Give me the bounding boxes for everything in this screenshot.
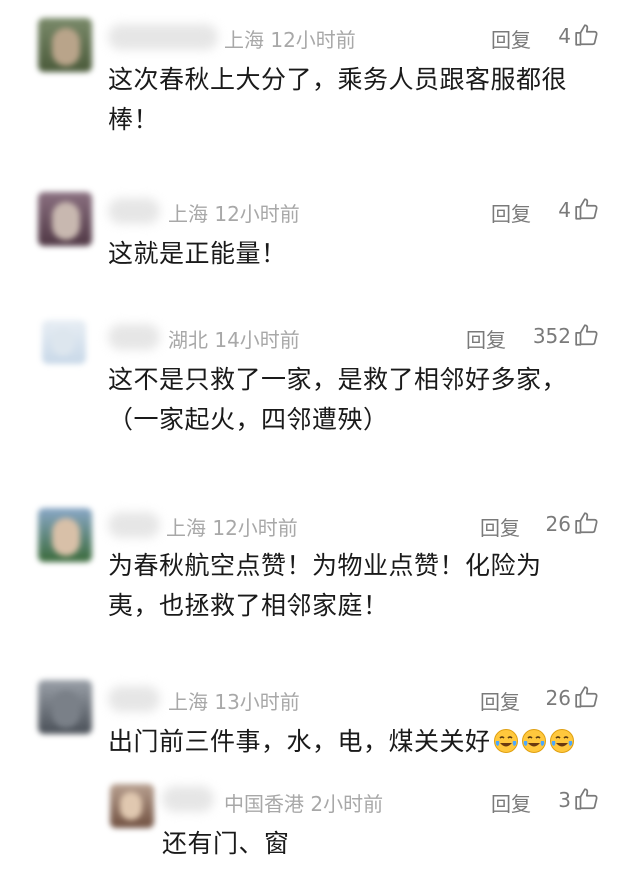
like-count: 4	[558, 24, 571, 48]
user-avatar[interactable]	[42, 320, 86, 364]
username-blurred[interactable]	[108, 686, 160, 712]
comment-text: 这次春秋上大分了，乘务人员跟客服都很 棒！	[108, 60, 567, 140]
comment-location: 上海	[224, 28, 264, 52]
user-avatar[interactable]	[38, 680, 92, 734]
user-avatar[interactable]	[110, 784, 154, 828]
comment-text-line: 这不是只救了一家，是救了相邻好多家，	[108, 365, 568, 394]
comment-meta: 上海 13小时前	[168, 686, 300, 715]
comment-meta: 湖北 14小时前	[168, 324, 300, 353]
comment-text-line: 这就是正能量！	[108, 239, 287, 268]
username-blurred[interactable]	[108, 324, 160, 350]
comment-text: 为春秋航空点赞！为物业点赞！化险为 夷，也拯救了相邻家庭！	[108, 546, 542, 626]
comment-meta: 上海 12小时前	[224, 24, 356, 53]
comment-time: 12小时前	[270, 28, 356, 52]
laughing-crying-emoji	[493, 729, 518, 753]
comment-text-line: 出门前三件事，水，电，煤关关好	[108, 727, 491, 756]
reply-button[interactable]: 回复	[466, 324, 506, 353]
comment-text: 出门前三件事，水，电，煤关关好	[108, 722, 575, 762]
comment-text: 还有门、窗	[162, 824, 290, 864]
comment-time: 12小时前	[212, 516, 298, 540]
thumbs-up-icon[interactable]	[574, 22, 600, 48]
comment-location: 上海	[168, 202, 208, 226]
comment-time: 2小时前	[310, 792, 384, 816]
user-avatar[interactable]	[38, 508, 92, 562]
comment-text-line: 为春秋航空点赞！为物业点赞！化险为	[108, 551, 542, 580]
reply-button[interactable]: 回复	[491, 24, 531, 53]
comment-text-line: 这次春秋上大分了，乘务人员跟客服都很	[108, 65, 568, 94]
comment-meta: 上海 12小时前	[168, 198, 300, 227]
username-blurred[interactable]	[108, 198, 160, 224]
comment-text-line: 棒！	[108, 105, 160, 134]
comment-location: 中国香港	[224, 792, 304, 816]
reply-button[interactable]: 回复	[480, 512, 520, 541]
user-avatar[interactable]	[38, 192, 92, 246]
emoji-group	[491, 727, 575, 756]
comment-meta: 上海 12小时前	[166, 512, 298, 541]
comment-text: 这就是正能量！	[108, 234, 287, 274]
comment-location: 上海	[166, 516, 206, 540]
username-blurred[interactable]	[108, 512, 160, 538]
thumbs-up-icon[interactable]	[574, 786, 600, 812]
like-count: 3	[558, 788, 571, 812]
reply-button[interactable]: 回复	[491, 198, 531, 227]
comment-text-line: 还有门、窗	[162, 829, 290, 858]
comment-meta: 中国香港 2小时前	[224, 788, 383, 817]
reply-button[interactable]: 回复	[491, 788, 531, 817]
username-blurred[interactable]	[162, 786, 214, 812]
comment-text-line: （一家起火，四邻遭殃）	[108, 405, 389, 434]
comment-location: 湖北	[168, 328, 208, 352]
username-blurred[interactable]	[108, 24, 218, 50]
comment-time: 12小时前	[214, 202, 300, 226]
like-count: 26	[545, 686, 571, 710]
thumbs-up-icon[interactable]	[574, 322, 600, 348]
comment-location: 上海	[168, 690, 208, 714]
like-count: 26	[545, 512, 571, 536]
like-count: 352	[532, 324, 571, 348]
thumbs-up-icon[interactable]	[574, 510, 600, 536]
thumbs-up-icon[interactable]	[574, 684, 600, 710]
laughing-crying-emoji	[521, 729, 546, 753]
thumbs-up-icon[interactable]	[574, 196, 600, 222]
comment-time: 14小时前	[214, 328, 300, 352]
laughing-crying-emoji	[549, 729, 574, 753]
reply-button[interactable]: 回复	[480, 686, 520, 715]
user-avatar[interactable]	[38, 18, 92, 72]
like-count: 4	[558, 198, 571, 222]
comment-time: 13小时前	[214, 690, 300, 714]
comment-text-line: 夷，也拯救了相邻家庭！	[108, 591, 389, 620]
comment-text: 这不是只救了一家，是救了相邻好多家， （一家起火，四邻遭殃）	[108, 360, 567, 440]
